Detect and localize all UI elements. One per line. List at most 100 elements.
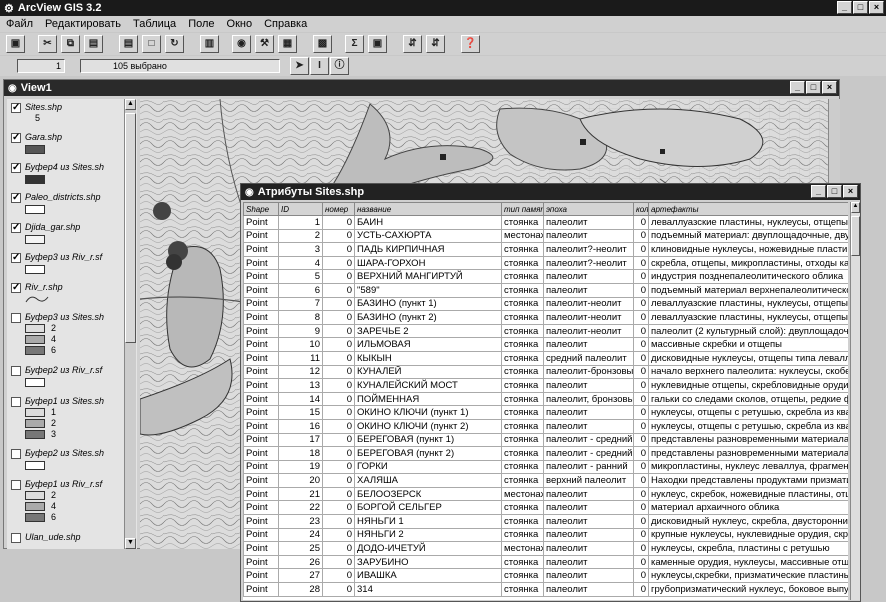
table-cell[interactable]: Point [243, 310, 279, 325]
layer-checkbox[interactable] [11, 533, 21, 543]
table-cell[interactable]: стоянка [501, 364, 544, 380]
layer-checkbox[interactable]: ✓ [11, 223, 21, 233]
table-cell[interactable]: 0 [322, 473, 355, 488]
scroll-up-icon[interactable]: ▲ [851, 202, 860, 213]
table-cell[interactable]: 0 [322, 582, 355, 597]
table-cell[interactable]: 25 [278, 541, 323, 556]
table-cell[interactable]: НЯНЬГИ 1 [354, 514, 502, 529]
table-cell[interactable]: стоянка [501, 337, 544, 352]
table-cell[interactable]: Point [243, 323, 279, 339]
table-cell[interactable]: 24 [278, 527, 323, 543]
layer-checkbox[interactable]: ✓ [11, 163, 21, 173]
table-cell[interactable]: Point [243, 391, 279, 407]
table-cell[interactable]: палеолит-неолит [543, 296, 634, 312]
layer-name[interactable]: Djida_gar.shp [25, 222, 80, 232]
table-cell[interactable]: микропластины, нуклеус леваллуа, фрагмен… [648, 459, 848, 475]
layer-name[interactable]: Riv_r.shp [25, 282, 63, 292]
cut-icon[interactable]: ✂ [38, 35, 57, 53]
table-cell[interactable]: стоянка [501, 418, 544, 434]
table-cell[interactable]: палеолит [543, 527, 634, 543]
table-cell[interactable]: нуклеусы, отщепы с ретушью, скребла из к… [648, 418, 848, 434]
table-cell[interactable]: 0 [322, 459, 355, 475]
table-cell[interactable]: 0 [322, 446, 355, 461]
column-header[interactable]: Shape [243, 202, 279, 216]
menu-table[interactable]: Таблица [133, 18, 176, 30]
column-header[interactable]: номер [322, 202, 355, 216]
table-cell[interactable]: 0 [322, 514, 355, 529]
attribute-grid[interactable]: Shape ID номер название тип памятника эп… [243, 202, 848, 600]
table-row[interactable]: Point 23 0 НЯНЬГИ 1 стоянка палеолит 0 дисковид… [243, 514, 848, 529]
table-cell[interactable]: 23 [278, 514, 323, 529]
table-cell[interactable]: Point [243, 228, 279, 244]
table-cell[interactable]: палеолит-неолит [543, 323, 634, 339]
table-cell[interactable]: палеолит-неолит [543, 310, 634, 325]
table-cell[interactable]: 0 [633, 215, 649, 230]
table-cell[interactable]: Point [243, 418, 279, 434]
minimize-button[interactable]: _ [837, 1, 852, 14]
identify-icon[interactable]: ⓘ [330, 57, 349, 75]
table-cell[interactable]: начало верхнего палеолита: нуклеусы, ско… [648, 364, 848, 380]
table-cell[interactable]: 0 [633, 582, 649, 597]
layer-checkbox[interactable] [11, 397, 21, 407]
table-row[interactable]: Point 20 0 ХАЛЯША стоянка верхний палеолит 0 На… [243, 473, 848, 488]
table-cell[interactable]: палеолит [543, 418, 634, 434]
menu-file[interactable]: Файл [6, 18, 33, 30]
table-cell[interactable]: 0 [633, 554, 649, 570]
table-cell[interactable]: 0 [633, 418, 649, 434]
table-cell[interactable]: палеолит [543, 228, 634, 244]
table-cell[interactable]: Point [243, 582, 279, 597]
table-cell[interactable]: Point [243, 364, 279, 380]
table-cell[interactable]: ДОДО-ИЧЕТУЙ [354, 541, 502, 556]
table-row[interactable]: Point 11 0 КЫКЫН стоянка средний палеолит 0 дис… [243, 350, 848, 366]
table-cell[interactable]: Находки представлены продуктами призмати… [648, 473, 848, 488]
table-cell[interactable]: ГОРКИ [354, 459, 502, 475]
pointer-icon[interactable]: ➤ [290, 57, 309, 75]
table-cell[interactable]: 0 [633, 405, 649, 420]
table-cell[interactable]: палеолит?-неолит [543, 255, 634, 271]
table-cell[interactable]: 16 [278, 418, 323, 434]
table-cell[interactable]: массивные скребки и отщепы [648, 337, 848, 352]
menu-window[interactable]: Окно [227, 18, 253, 30]
table-cell[interactable]: палеолит [543, 378, 634, 393]
table-cell[interactable]: палеолит [543, 582, 634, 597]
table-cell[interactable]: дисковидный нуклеус, скребла, двусторонн… [648, 514, 848, 529]
table-cell[interactable]: палеолит [543, 500, 634, 516]
layer-name[interactable]: Paleo_districts.shp [25, 192, 101, 202]
table-cell[interactable]: леваллуазские пластины, нуклеусы, отщепы… [648, 296, 848, 312]
table-cell[interactable]: палеолит [543, 514, 634, 529]
table-cell[interactable]: нуклеусы, отщепы с ретушью, скребла из к… [648, 405, 848, 420]
refresh-icon[interactable]: ↻ [165, 35, 184, 53]
menu-field[interactable]: Поле [188, 18, 214, 30]
table-row[interactable]: Point 1 0 БАИН стоянка палеолит 0 леваллуазские… [243, 215, 848, 230]
table-cell[interactable]: Point [243, 337, 279, 352]
table-cell[interactable]: 0 [322, 255, 355, 271]
table-cell[interactable]: индустрия позднепалеолитического облика [648, 269, 848, 284]
table-cell[interactable]: БЕРЕГОВАЯ (пункт 1) [354, 432, 502, 448]
table-cell[interactable]: 0 [633, 486, 649, 502]
table-cell[interactable]: клиновидные нуклеусы, ножевидные пластин… [648, 242, 848, 257]
table-cell[interactable]: ИЛЬМОВАЯ [354, 337, 502, 352]
select-none-icon[interactable]: □ [142, 35, 161, 53]
table-cell[interactable]: нуклевидные отщепы, скребловидные орудия… [648, 378, 848, 393]
column-header[interactable]: артефакты [648, 202, 848, 216]
table-cell[interactable]: 6 [278, 282, 323, 298]
table-cell[interactable]: 14 [278, 391, 323, 407]
calculate-icon[interactable]: ▣ [368, 35, 387, 53]
table-cell[interactable]: 0 [322, 391, 355, 407]
table-cell[interactable]: палеолит - ранний [543, 459, 634, 475]
table-row[interactable]: Point 4 0 ШАРА-ГОРХОН стоянка палеолит?-неоли… [243, 255, 848, 271]
table-row[interactable]: Point 13 0 КУНАЛЕЙСКИЙ МОСТ стоянка палеолит 0… [243, 378, 848, 393]
table-cell[interactable]: 0 [633, 378, 649, 393]
table-cell[interactable]: 0 [322, 541, 355, 556]
table-row[interactable]: Point 9 0 ЗАРЕЧЬЕ 2 стоянка палеолит-неолит 0 п… [243, 323, 848, 339]
table-cell[interactable]: гальки со следами сколов, отщепы, редкие… [648, 391, 848, 407]
table-cell[interactable]: леваллуазские пластины, нуклеусы, отщепы… [648, 310, 848, 325]
table-row[interactable]: Point 10 0 ИЛЬМОВАЯ стоянка палеолит 0 массивны… [243, 337, 848, 352]
table-row[interactable]: Point 14 0 ПОЙМЕННАЯ стоянка палеолит, бронзо… [243, 391, 848, 407]
table-cell[interactable]: 0 [322, 323, 355, 339]
table-cell[interactable]: БЕЛООЗЕРСК [354, 486, 502, 502]
table-row[interactable]: Point 28 0 314 стоянка палеолит 0 грубопризмати… [243, 582, 848, 597]
layer-name[interactable]: Буфер1 из Riv_r.sf [25, 479, 102, 489]
layer-checkbox[interactable] [11, 366, 21, 376]
table-cell[interactable]: 0 [322, 418, 355, 434]
